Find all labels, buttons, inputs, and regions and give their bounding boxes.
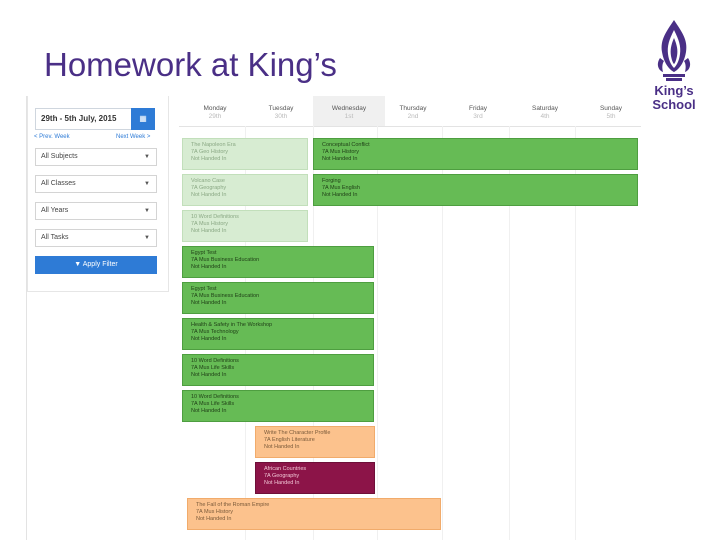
event-title: 10 Word Definitions [191,394,239,400]
day-header-friday: Friday 3rd [442,96,514,126]
event-title: Egypt Test [191,286,217,292]
day-number: 1st [344,113,354,120]
homework-event[interactable]: 10 Word Definitions 7A Mus History Not H… [182,210,308,242]
day-name: Sunday [599,105,623,112]
event-class: 7A Mus Business Education [191,257,260,263]
event-status: Not Handed In [191,372,227,378]
logo-wordmark-line2: School [652,97,696,112]
event-class: 7A Mus Life Skills [191,365,235,371]
homework-event[interactable]: 10 Word Definitions 7A Mus Life Skills N… [182,354,374,386]
tasks-select-value: All Tasks [41,234,69,241]
apply-filter-button[interactable]: ▼ Apply Filter [35,256,157,274]
event-title: Egypt Test [191,250,217,256]
event-status: Not Handed In [191,192,227,198]
day-name: Tuesday [268,105,294,112]
homework-event[interactable]: Write The Character Profile 7A English L… [255,426,375,458]
homework-event[interactable]: Volcano Case 7A Geography Not Handed In [182,174,308,206]
slide-title: Homework at King’s [44,46,337,83]
chevron-down-icon: ▼ [144,181,150,187]
event-status: Not Handed In [191,228,227,234]
chevron-down-icon: ▼ [144,154,150,160]
event-class: 7A Mus Life Skills [191,401,235,407]
prev-week-link[interactable]: < Prev. Week [34,134,70,140]
logo-wordmark-line1: King’s [654,83,694,98]
event-title: Write The Character Profile [264,430,331,436]
homework-event[interactable]: 10 Word Definitions 7A Mus Life Skills N… [182,390,374,422]
classes-select[interactable]: All Classes ▼ [35,175,157,193]
chevron-down-icon: ▼ [144,235,150,241]
day-number: 5th [606,113,616,120]
homework-event[interactable]: The Fall of the Roman Empire 7A Mus Hist… [187,498,441,530]
event-status: Not Handed In [264,444,300,450]
day-name: Monday [203,105,227,112]
kings-school-logo: King’s School [648,18,700,118]
calendar-icon[interactable]: ▦ [131,108,155,130]
day-number: 4th [540,113,550,120]
event-title: Forging [322,178,341,184]
homework-event[interactable]: Forging 7A Mus English Not Handed In [313,174,638,206]
homework-event[interactable]: Egypt Test 7A Mus Business Education Not… [182,282,374,314]
subjects-select[interactable]: All Subjects ▼ [35,148,157,166]
filter-sidebar: 29th - 5th July, 2015 ▦ < Prev. Week Nex… [27,96,169,292]
years-select[interactable]: All Years ▼ [35,202,157,220]
header-divider [179,126,641,127]
day-header-saturday: Saturday 4th [509,96,581,126]
event-status: Not Handed In [264,480,300,486]
next-week-link[interactable]: Next Week > [116,134,150,140]
homework-event[interactable]: The Napoleon Era 7A Geo History Not Hand… [182,138,308,170]
event-status: Not Handed In [191,264,227,270]
day-number: 30th [274,113,288,120]
years-select-value: All Years [41,207,69,214]
event-title: The Fall of the Roman Empire [196,502,270,508]
event-class: 7A Mus History [191,221,228,227]
event-status: Not Handed In [191,156,227,162]
event-class: 7A Geography [264,473,300,479]
subjects-select-value: All Subjects [41,153,78,160]
homework-calendar-screenshot: 29th - 5th July, 2015 ▦ < Prev. Week Nex… [26,96,648,540]
day-number: 29th [208,113,222,120]
event-class: 7A Mus History [322,149,359,155]
day-number: 3rd [473,113,483,120]
event-title: The Napoleon Era [191,142,236,148]
event-class: 7A Mus Technology [191,329,239,335]
day-name: Wednesday [331,105,367,112]
event-status: Not Handed In [322,192,358,198]
homework-event[interactable]: African Countries 7A Geography Not Hande… [255,462,375,494]
event-status: Not Handed In [196,516,232,522]
event-title: African Countries [264,466,307,472]
event-title: Conceptual Conflict [322,142,370,148]
tasks-select[interactable]: All Tasks ▼ [35,229,157,247]
event-class: 7A English Literature [264,437,315,443]
day-name: Saturday [531,105,559,112]
day-header-tuesday: Tuesday 30th [245,96,317,126]
event-status: Not Handed In [191,408,227,414]
event-class: 7A Mus Business Education [191,293,260,299]
event-class: 7A Geography [191,185,227,191]
day-number: 2nd [407,113,419,120]
homework-event[interactable]: Conceptual Conflict 7A Mus History Not H… [313,138,638,170]
event-status: Not Handed In [191,336,227,342]
event-title: Health & Safety in The Workshop [191,322,273,328]
event-class: 7A Mus History [196,509,233,515]
event-status: Not Handed In [322,156,358,162]
day-header-thursday: Thursday 2nd [377,96,449,126]
flame-crest-icon [657,20,691,81]
day-header-wednesday: Wednesday 1st [313,96,385,126]
event-status: Not Handed In [191,300,227,306]
homework-event[interactable]: Egypt Test 7A Mus Business Education Not… [182,246,374,278]
event-class: 7A Geo History [191,149,228,155]
day-header-sunday: Sunday 5th [575,96,647,126]
day-name: Thursday [399,105,427,112]
event-title: Volcano Case [191,178,225,184]
chevron-down-icon: ▼ [144,208,150,214]
day-name: Friday [468,105,488,112]
homework-event[interactable]: Health & Safety in The Workshop 7A Mus T… [182,318,374,350]
classes-select-value: All Classes [41,180,76,187]
event-title: 10 Word Definitions [191,358,239,364]
event-title: 10 Word Definitions [191,214,239,220]
event-class: 7A Mus English [322,185,360,191]
day-header-monday: Monday 29th [179,96,251,126]
